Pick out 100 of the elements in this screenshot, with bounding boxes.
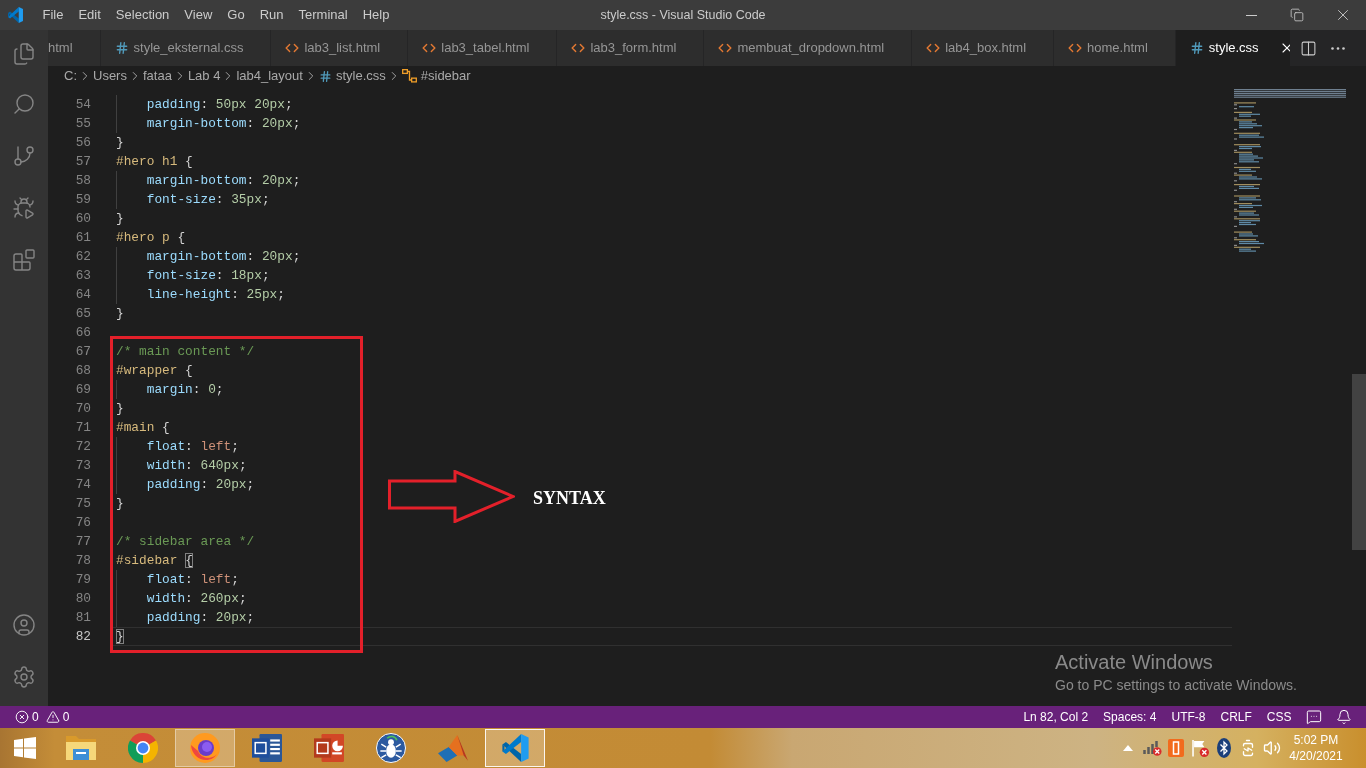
code-line: width: 260px;: [146, 589, 247, 607]
taskbar-app-button[interactable]: [485, 729, 545, 767]
breadcrumb-item[interactable]: style.css: [318, 66, 386, 86]
line-number: 67: [74, 342, 91, 361]
editor-tab[interactable]: home.html: [1054, 30, 1176, 66]
editor-tab[interactable]: style.css: [1175, 30, 1290, 66]
editor-tab[interactable]: style_eksternal.css: [100, 30, 272, 66]
status-item[interactable]: UTF-8: [1163, 706, 1213, 728]
line-number: 56: [74, 133, 91, 152]
code-line: }: [116, 399, 124, 417]
code-line: #hero p {: [116, 228, 186, 246]
code-line: font-size: 18px;: [146, 266, 270, 284]
code-line: float: left;: [146, 570, 239, 588]
menu-item[interactable]: Terminal: [291, 0, 356, 30]
code-line: line-height: 25px;: [146, 285, 285, 303]
document-icon: [252, 734, 282, 762]
error-icon: [15, 710, 29, 724]
editor-tab[interactable]: lab3_tabel.html: [408, 30, 558, 66]
line-number: 61: [74, 228, 91, 247]
code-line: margin-bottom: 20px;: [146, 114, 301, 132]
activation-title: Activate Windows: [1055, 650, 1214, 674]
code-line: font-size: 35px;: [146, 190, 270, 208]
menu-item[interactable]: Help: [355, 0, 397, 30]
code-line: padding: 20px;: [146, 608, 255, 626]
line-number: 73: [74, 456, 91, 475]
line-number: 72: [74, 437, 91, 456]
line-number: 75: [74, 494, 91, 513]
bug-icon: [376, 733, 406, 763]
line-number: 55: [74, 114, 91, 133]
breadcrumb-item[interactable]: Users: [93, 66, 127, 86]
tricolor-circle-icon: [128, 733, 158, 763]
line-number: 64: [74, 285, 91, 304]
code-line: }: [116, 209, 124, 227]
speaker-icon: [1263, 739, 1281, 757]
status-item[interactable]: Ln 82, Col 2: [1015, 706, 1096, 728]
warning-icon: [45, 710, 60, 724]
restore-icon: [1290, 8, 1304, 22]
menu-item[interactable]: Go: [219, 0, 253, 30]
menu-item[interactable]: File: [35, 0, 71, 30]
line-number: 58: [74, 171, 91, 190]
play-bug-icon: [12, 196, 36, 220]
breadcrumb-item[interactable]: lab4_layout: [236, 66, 303, 86]
user-circle-icon: [12, 613, 36, 637]
breadcrumb-item[interactable]: C:: [64, 66, 77, 86]
search-icon: [12, 92, 36, 116]
menu-item[interactable]: View: [176, 0, 220, 30]
branch-icon: [12, 144, 36, 168]
breadcrumb-item[interactable]: #sidebar: [401, 66, 471, 86]
ribbon-logo-icon: [501, 734, 529, 762]
menu-item[interactable]: Selection: [108, 0, 177, 30]
presentation-icon: [314, 734, 344, 762]
line-number: 66: [74, 323, 91, 342]
errors-status[interactable]: 0: [10, 706, 44, 728]
editor-tab[interactable]: lab4_box.html: [912, 30, 1055, 66]
editor-tab[interactable]: lab3_form.html: [557, 30, 705, 66]
scrollbar-thumb[interactable]: [1352, 374, 1366, 550]
ringed-orb-icon: [190, 733, 220, 763]
code-brackets-icon: [571, 41, 586, 55]
code-line: float: left;: [146, 437, 239, 455]
line-number: 79: [74, 570, 91, 589]
menu-item[interactable]: Edit: [70, 0, 109, 30]
settings-icon: [12, 665, 36, 689]
folder-icon: [66, 736, 96, 760]
ribbon-logo-icon: [8, 7, 23, 23]
code-line: width: 640px;: [146, 456, 247, 474]
warnings-status[interactable]: 0: [43, 706, 72, 728]
editor-tab[interactable]: membuat_dropdown.html: [704, 30, 913, 66]
line-number: 62: [74, 247, 91, 266]
breadcrumb-item[interactable]: fataa: [142, 66, 172, 86]
menu-item[interactable]: Run: [252, 0, 291, 30]
hash-icon: [1189, 41, 1204, 55]
chat-icon: [1306, 709, 1322, 725]
more-icon: [1331, 46, 1345, 50]
caret-up-icon: [1123, 745, 1133, 751]
code-line: /* sidebar area */: [116, 532, 255, 550]
line-number: 71: [74, 418, 91, 437]
code-brackets-icon: [1068, 41, 1083, 55]
symbol-tree-icon: [401, 69, 417, 83]
taskbar-app-button[interactable]: [175, 729, 235, 767]
editor-tab[interactable]: html: [48, 30, 101, 66]
code-line: }: [116, 627, 124, 645]
breadcrumb-item[interactable]: Lab 4: [187, 66, 221, 86]
status-item[interactable]: CSS: [1259, 706, 1299, 728]
hash-icon: [318, 69, 332, 83]
code-line: padding: 50px 20px;: [146, 95, 293, 113]
status-item[interactable]: CRLF: [1212, 706, 1260, 728]
line-number: 54: [74, 95, 91, 114]
signal-bars-icon: [1142, 740, 1162, 756]
hash-icon: [114, 41, 129, 55]
files-icon: [12, 42, 36, 66]
window-title: style.css - Visual Studio Code: [600, 6, 766, 24]
status-item[interactable]: Spaces: 4: [1095, 706, 1164, 728]
line-number: 77: [74, 532, 91, 551]
line-number: 82: [74, 627, 91, 646]
line-number: 59: [74, 190, 91, 209]
code-brackets-icon: [926, 41, 941, 55]
code-line: padding: 20px;: [146, 475, 255, 493]
peak-surface-icon: [438, 734, 468, 762]
editor-tab[interactable]: lab3_list.html: [271, 30, 409, 66]
code-line: margin: 0;: [146, 380, 224, 398]
